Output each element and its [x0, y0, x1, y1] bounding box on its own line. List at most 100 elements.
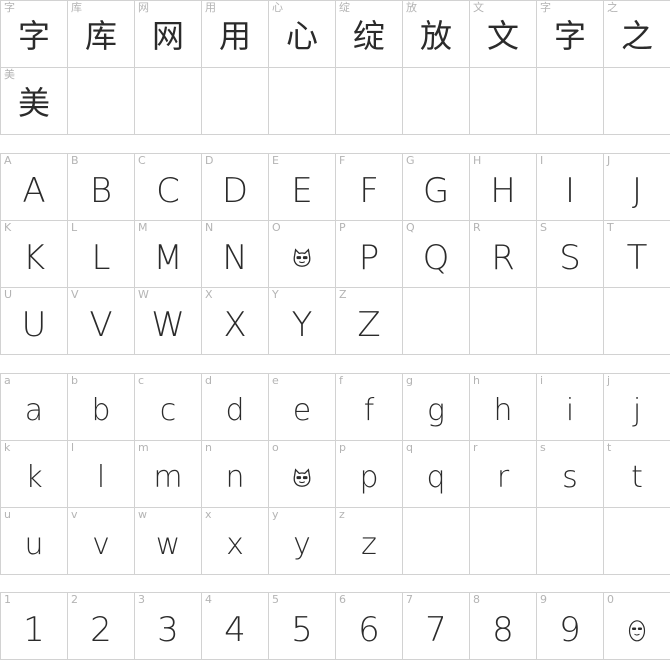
glyph-cell: EE: [269, 154, 336, 221]
glyph-cell: TT: [604, 221, 670, 288]
empty-cell: [537, 68, 604, 135]
glyph-cell: 33: [135, 593, 202, 660]
glyph-cell: mm: [135, 441, 202, 508]
glyph-cell: aa: [1, 374, 68, 441]
glyph-sample: 8: [492, 610, 514, 650]
glyph-sample: t: [631, 460, 643, 495]
glyph-sample: g: [426, 393, 445, 428]
glyph-cell: HH: [470, 154, 537, 221]
glyph-cell: 22: [68, 593, 135, 660]
glyph-sample: A: [22, 171, 46, 211]
glyph-sample: R: [491, 238, 515, 278]
glyph-cell: II: [537, 154, 604, 221]
glyph-sample: z: [361, 527, 377, 562]
glyph-cell: 44: [202, 593, 269, 660]
glyph-cell: 字字: [537, 1, 604, 68]
glyph-cell: XX: [202, 288, 269, 355]
glyph-sample: [202, 76, 268, 134]
glyph-cell: 心心: [269, 1, 336, 68]
glyph-sample: 1: [23, 610, 45, 650]
glyph-cell: 88: [470, 593, 537, 660]
glyph-sample: N: [222, 238, 248, 278]
glyph-cell: 网网: [135, 1, 202, 68]
glyph-sample: l: [96, 460, 106, 495]
empty-cell: [604, 68, 670, 135]
glyph-sample: K: [22, 238, 46, 278]
glyph-cell: ww: [135, 508, 202, 575]
glyph-sample: [470, 76, 536, 134]
uppercase-glyph-grid: AABBCCDDEEFFGGHHIIJJ KKLLMMNNOPPQQRRSSTT U…: [0, 153, 670, 355]
glyph-sample: [68, 76, 134, 134]
glyph-sample: n: [225, 460, 245, 495]
glyph-cell: NN: [202, 221, 269, 288]
glyph-cell: 美美: [1, 68, 68, 135]
glyph-sample: E: [291, 171, 313, 211]
cat-egg-icon: [628, 620, 646, 642]
glyph-cell: MM: [135, 221, 202, 288]
glyph-sample: [403, 76, 469, 134]
glyph-sample: [269, 76, 335, 134]
glyph-sample: S: [559, 238, 581, 278]
glyph-cell: 55: [269, 593, 336, 660]
glyph-cell: 66: [336, 593, 403, 660]
cat-glyph: [604, 601, 670, 659]
glyph-sample: k: [25, 460, 43, 495]
glyph-sample: [470, 516, 536, 574]
glyph-sample: J: [631, 171, 643, 211]
glyph-sample: [403, 296, 469, 354]
glyph-sample: X: [223, 305, 247, 345]
glyph-sample: [604, 296, 670, 354]
glyph-sample: L: [91, 238, 111, 278]
glyph-sample: 网: [151, 17, 184, 55]
glyph-sample: 用: [218, 17, 251, 55]
empty-cell: [68, 68, 135, 135]
glyph-sample: i: [565, 393, 575, 428]
glyph-cell: PP: [336, 221, 403, 288]
glyph-cell: o: [269, 441, 336, 508]
glyph-sample: 2: [90, 610, 112, 650]
glyph-sample: G: [422, 171, 450, 211]
glyph-cell: zz: [336, 508, 403, 575]
glyph-cell: ee: [269, 374, 336, 441]
glyph-cell: ss: [537, 441, 604, 508]
glyph-sample: v: [92, 527, 110, 562]
glyph-cell: YY: [269, 288, 336, 355]
glyph-cell: RR: [470, 221, 537, 288]
empty-cell: [470, 68, 537, 135]
glyph-sample: Q: [422, 238, 450, 278]
glyph-sample: 库: [84, 17, 117, 55]
empty-cell: [604, 508, 670, 575]
glyph-sample: x: [226, 527, 244, 562]
glyph-cell: bb: [68, 374, 135, 441]
glyph-sample: r: [496, 460, 510, 495]
empty-cell: [403, 288, 470, 355]
glyph-cell: 库库: [68, 1, 135, 68]
glyph-sample: a: [24, 393, 44, 428]
glyph-sample: U: [21, 305, 47, 345]
glyph-sample: Z: [357, 305, 381, 345]
cat-face-icon: [293, 248, 311, 267]
glyph-cell: QQ: [403, 221, 470, 288]
glyph-sample: [336, 76, 402, 134]
glyph-cell: yy: [269, 508, 336, 575]
glyph-sample: 之: [620, 17, 653, 55]
glyph-cell: UU: [1, 288, 68, 355]
glyph-cell: 77: [403, 593, 470, 660]
glyph-cell: xx: [202, 508, 269, 575]
glyph-sample: c: [159, 393, 177, 428]
glyph-cell: 用用: [202, 1, 269, 68]
glyph-cell: AA: [1, 154, 68, 221]
glyph-cell: 放放: [403, 1, 470, 68]
glyph-sample: 心: [285, 17, 318, 55]
glyph-cell: LL: [68, 221, 135, 288]
glyph-cell: 绽绽: [336, 1, 403, 68]
glyph-cell: qq: [403, 441, 470, 508]
empty-cell: [470, 288, 537, 355]
empty-cell: [470, 508, 537, 575]
glyph-sample: w: [155, 527, 181, 562]
glyph-sample: b: [91, 393, 111, 428]
glyph-cell: ff: [336, 374, 403, 441]
glyph-cell: 文文: [470, 1, 537, 68]
glyph-cell: ZZ: [336, 288, 403, 355]
glyph-sample: 4: [224, 610, 246, 650]
